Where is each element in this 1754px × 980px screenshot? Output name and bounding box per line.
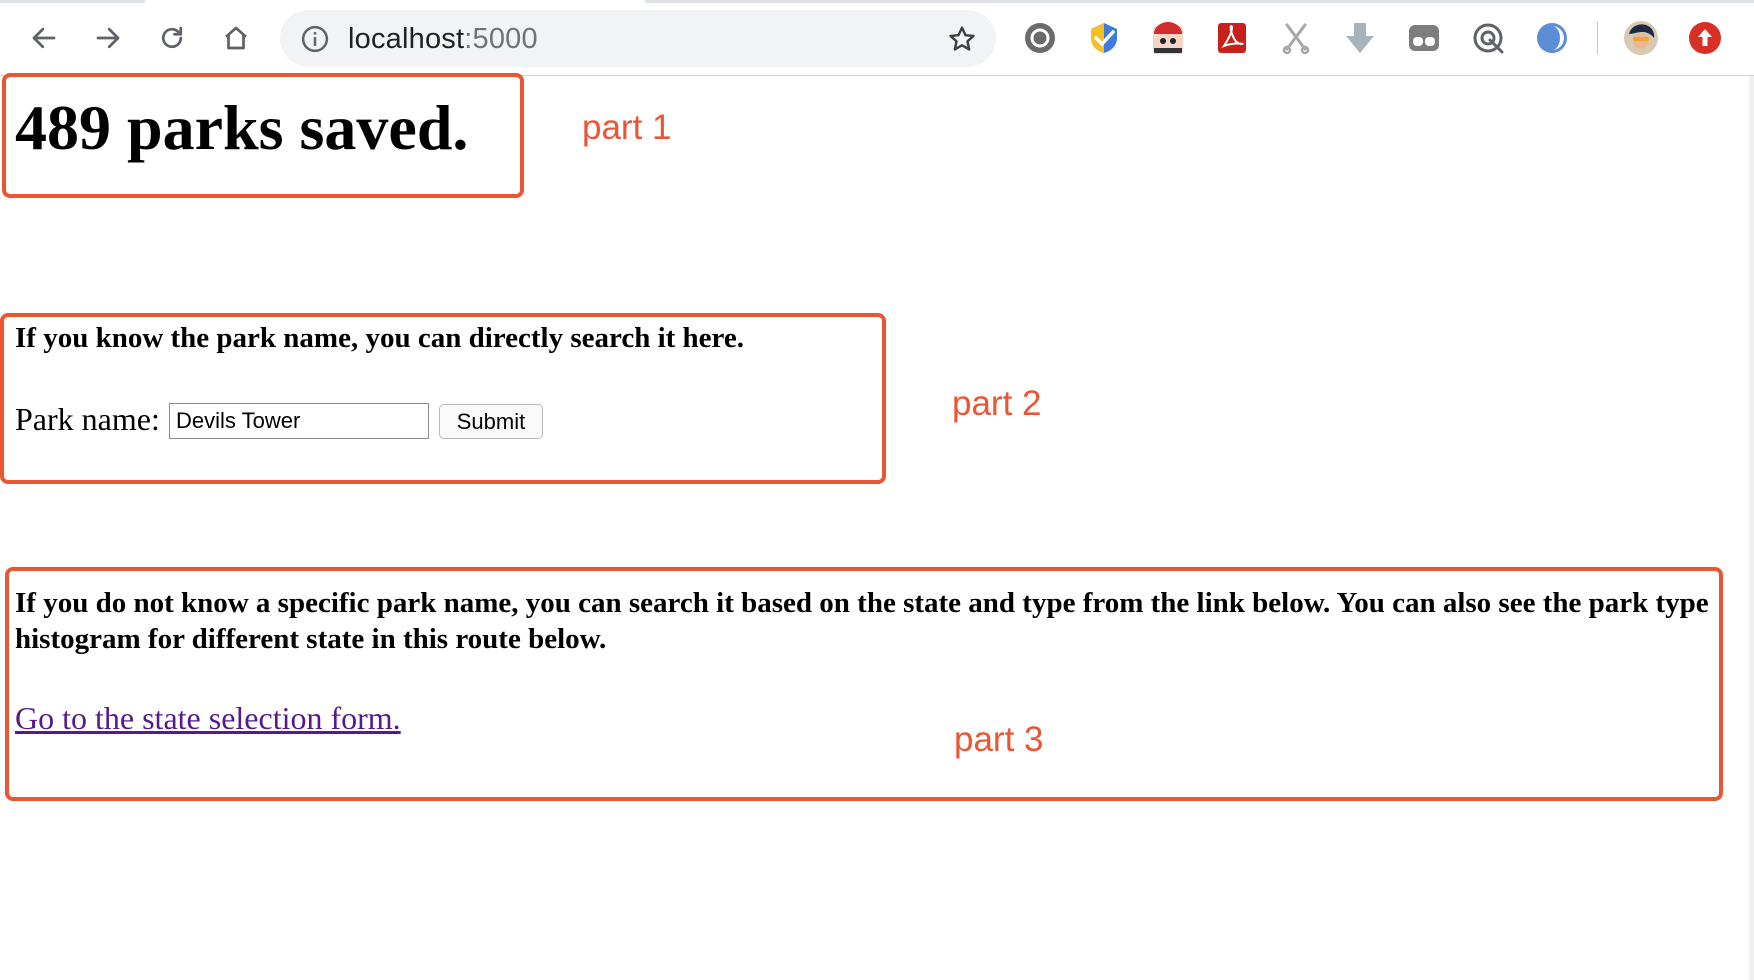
half-moon-extension-icon [1537, 23, 1567, 53]
submit-button[interactable]: Submit [439, 404, 543, 439]
download-arrow-extension-icon [1346, 23, 1374, 53]
back-icon [32, 27, 56, 49]
scrollbar-track[interactable] [1749, 76, 1754, 980]
pdf-extension-button[interactable] [1212, 18, 1252, 58]
target-extension-button[interactable] [1468, 18, 1508, 58]
circle-extension-icon [1025, 23, 1055, 53]
checkmark-extension-button[interactable] [1084, 18, 1124, 58]
tab-strip [0, 0, 1754, 3]
direct-search-heading: If you know the park name, you can direc… [15, 322, 745, 354]
home-icon [225, 26, 247, 50]
state-selection-link[interactable]: Go to the state selection form. [15, 700, 401, 737]
profile-avatar-icon [1624, 21, 1658, 55]
state-search-heading: If you do not know a specific park name,… [15, 587, 1709, 655]
reload-icon [161, 26, 183, 49]
scissors-extension-icon [1282, 23, 1310, 55]
reload-button[interactable] [148, 14, 196, 62]
forward-button[interactable] [84, 14, 132, 62]
url-host: localhost [348, 23, 465, 55]
download-extension-button[interactable] [1340, 18, 1380, 58]
part3-annotation: part 3 [954, 720, 1044, 759]
park-name-label: Park name: [15, 401, 160, 437]
pdf-extension-icon [1218, 23, 1246, 53]
circle-extension-button[interactable] [1020, 18, 1060, 58]
manga-extension-icon [1153, 22, 1183, 54]
glasses-extension-icon [1409, 25, 1439, 51]
park-name-input[interactable] [169, 403, 429, 439]
back-button[interactable] [20, 14, 68, 62]
checkmark-extension-icon [1091, 23, 1117, 53]
target-extension-icon [1473, 23, 1504, 54]
part2-annotation: part 2 [952, 384, 1042, 423]
forward-icon [96, 27, 120, 49]
moon-extension-button[interactable] [1532, 18, 1572, 58]
bookmark-star-icon[interactable] [946, 23, 978, 55]
profile-button[interactable] [1621, 18, 1661, 58]
part1-annotation: part 1 [582, 108, 672, 147]
scissors-extension-button[interactable] [1276, 18, 1316, 58]
address-bar[interactable]: localhost:5000 [280, 10, 996, 67]
active-tab[interactable] [145, 0, 645, 3]
home-button[interactable] [212, 14, 260, 62]
glasses-extension-button[interactable] [1404, 18, 1444, 58]
manga-extension-button[interactable] [1148, 18, 1188, 58]
url-text[interactable]: localhost:5000 [348, 23, 538, 56]
url-port: :5000 [464, 23, 538, 55]
browser-toolbar: localhost:5000 [0, 0, 1754, 76]
info-icon[interactable] [300, 24, 330, 54]
update-arrow-icon [1689, 22, 1721, 54]
parks-saved-heading: 489 parks saved. [15, 92, 469, 163]
update-button[interactable] [1685, 18, 1725, 58]
toolbar-separator [1597, 22, 1598, 54]
